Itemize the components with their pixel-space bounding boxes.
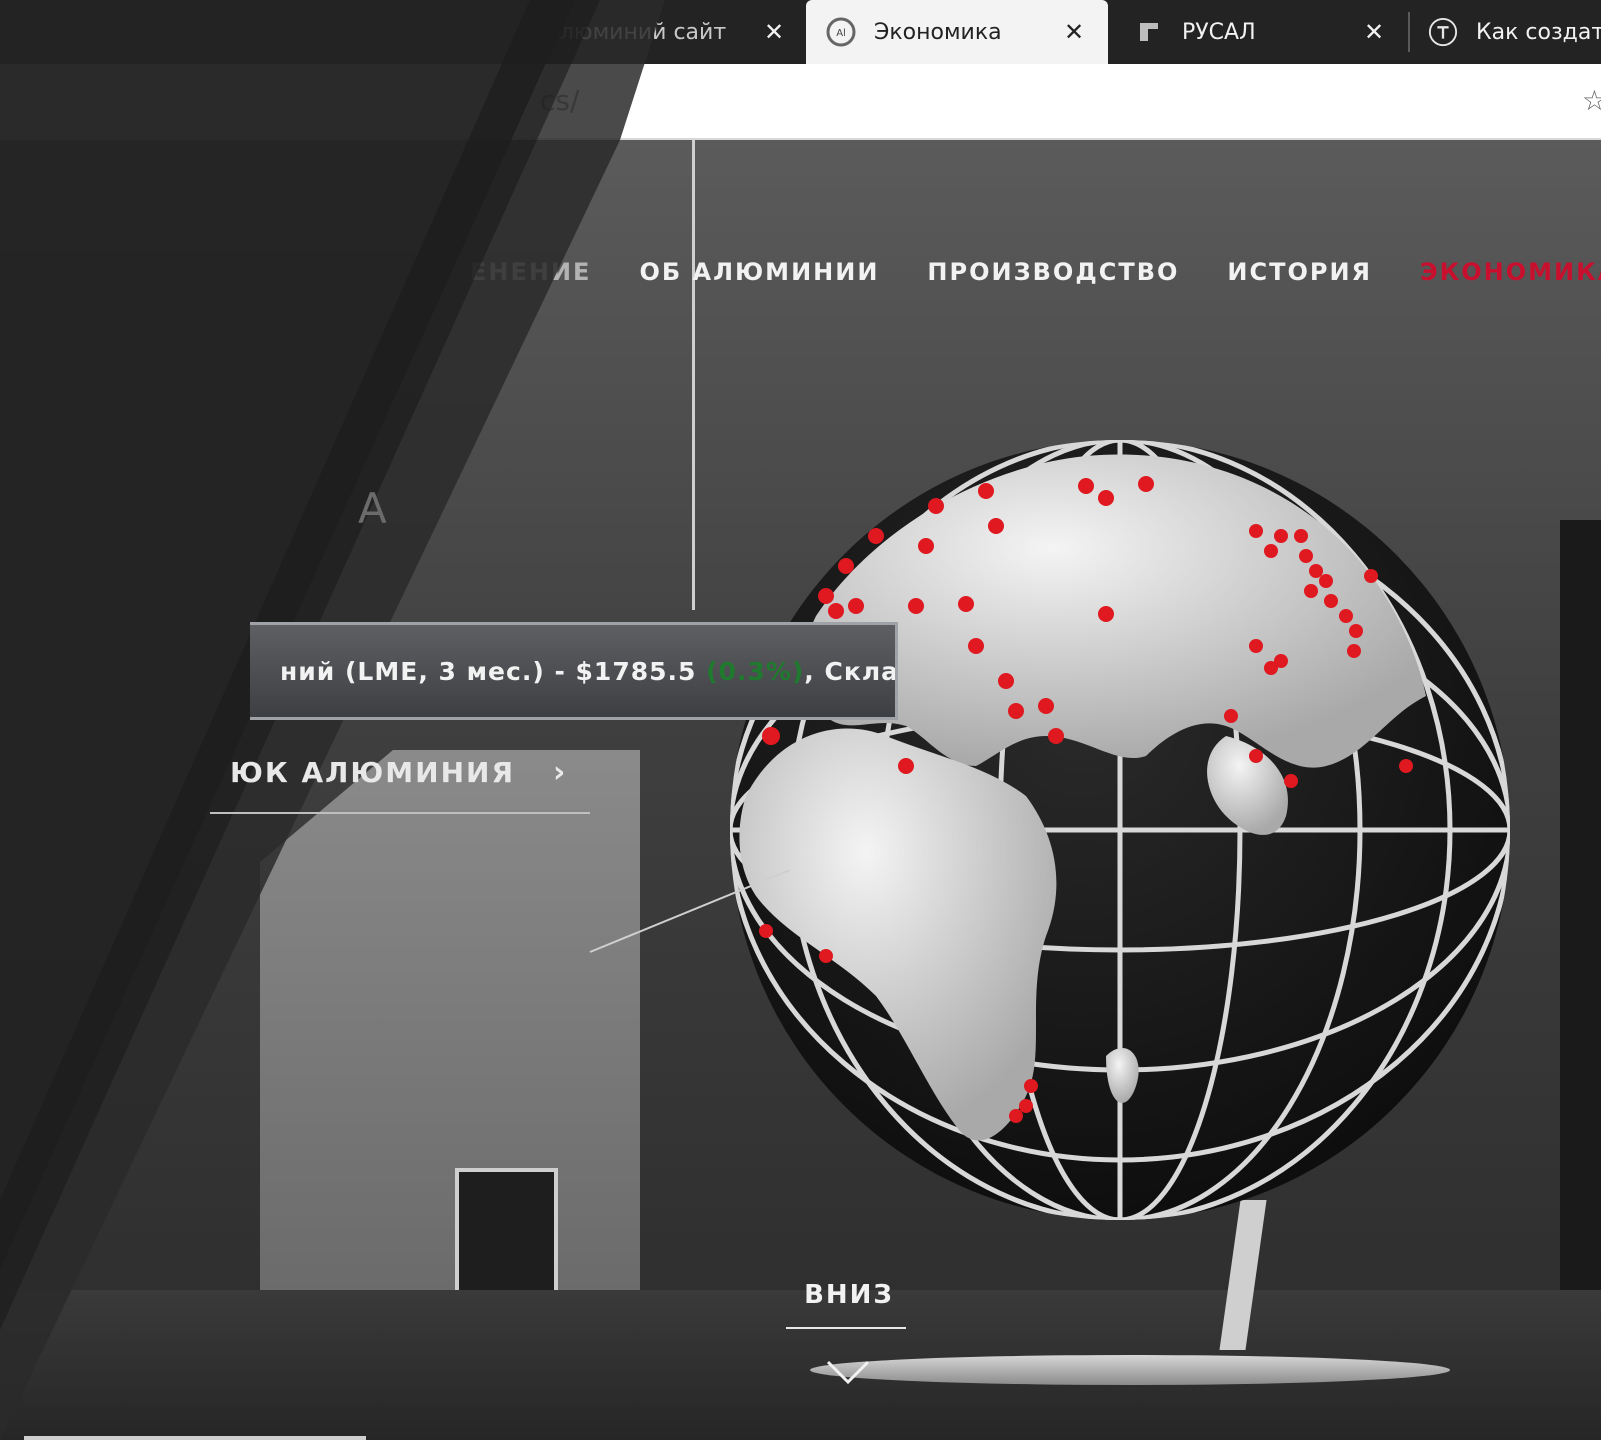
tab-rusal[interactable]: РУСАЛ ✕ bbox=[1112, 0, 1404, 64]
ticker-pointer-line bbox=[589, 869, 791, 953]
tab-title: Экономика bbox=[874, 19, 1002, 45]
scroll-down-button[interactable]: ВНИЗ bbox=[790, 1280, 908, 1310]
background-pillar bbox=[1560, 520, 1601, 1320]
nav-item-production[interactable]: ПРОИЗВОДСТВО bbox=[927, 258, 1179, 286]
tab-separator bbox=[1408, 12, 1410, 52]
nav-item-about-aluminium[interactable]: ОБ АЛЮМИНИИ bbox=[639, 258, 879, 286]
nav-item-history[interactable]: ИСТОРИЯ bbox=[1227, 258, 1372, 286]
close-icon[interactable]: ✕ bbox=[1064, 18, 1084, 46]
site-logo-fragment: A bbox=[358, 484, 387, 533]
close-icon[interactable]: ✕ bbox=[764, 18, 784, 46]
chevron-right-icon: › bbox=[553, 755, 568, 790]
aluminium-recycle-icon: Al bbox=[826, 17, 856, 47]
scroll-down-underline bbox=[786, 1327, 906, 1329]
main-navigation: ЕНЕНИЕ ОБ АЛЮМИНИИ ПРОИЗВОДСТВО ИСТОРИЯ … bbox=[470, 258, 1601, 286]
globe-stand-base bbox=[810, 1355, 1450, 1385]
aluminium-market-link[interactable]: ЮК АЛЮМИНИЯ › bbox=[230, 755, 567, 790]
aluminium-price-ticker: ний (LME, 3 мес.) - $1785.5 (0.3%), Скла… bbox=[250, 622, 898, 720]
background-doorway bbox=[455, 1168, 558, 1292]
address-bar[interactable]: cs/ ☆ bbox=[0, 64, 1601, 140]
tab-economics[interactable]: Al Экономика ✕ bbox=[806, 0, 1108, 64]
tab-title: РУСАЛ bbox=[1182, 19, 1256, 45]
ticker-text: ний (LME, 3 мес.) - $1785.5 (0.3%), Скла… bbox=[280, 657, 898, 686]
tab-title: Как создат bbox=[1476, 19, 1601, 45]
market-link-underline bbox=[210, 812, 590, 814]
ticker-stock: , Складски bbox=[804, 657, 898, 686]
nav-item-economics[interactable]: ЭКОНОМИКА bbox=[1420, 258, 1601, 286]
world-globe-image bbox=[730, 440, 1510, 1220]
tab-how-to-create[interactable]: Как создат bbox=[1412, 0, 1601, 64]
chevron-down-icon[interactable] bbox=[826, 1358, 870, 1386]
page-progress-bar bbox=[24, 1436, 366, 1440]
t-logo-icon bbox=[1428, 17, 1458, 47]
nav-item-application[interactable]: ЕНЕНИЕ bbox=[470, 258, 591, 286]
tab-strip: люминий сайт ✕ Al Экономика ✕ РУСАЛ ✕ Ка… bbox=[0, 0, 1601, 64]
close-icon[interactable]: ✕ bbox=[1364, 18, 1384, 46]
ticker-hanger-wire bbox=[692, 140, 695, 610]
hero-section: ЕНЕНИЕ ОБ АЛЮМИНИИ ПРОИЗВОДСТВО ИСТОРИЯ … bbox=[0, 140, 1601, 1440]
ticker-price: ний (LME, 3 мес.) - $1785.5 bbox=[280, 657, 707, 686]
bookmark-star-icon[interactable]: ☆ bbox=[1582, 84, 1601, 117]
tab-aluminium-site[interactable]: люминий сайт ✕ bbox=[560, 0, 800, 64]
url-text[interactable]: cs/ bbox=[540, 84, 579, 117]
svg-text:Al: Al bbox=[836, 28, 846, 39]
tab-title: люминий сайт bbox=[560, 19, 727, 45]
ticker-change: (0.3%) bbox=[706, 657, 805, 686]
rusal-logo-icon bbox=[1134, 17, 1164, 47]
market-link-label: ЮК АЛЮМИНИЯ bbox=[230, 756, 516, 789]
